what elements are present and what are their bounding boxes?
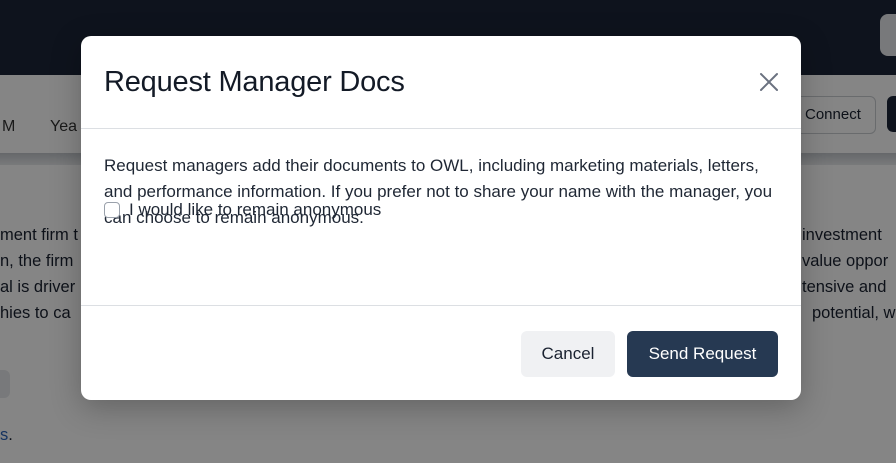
modal-footer: Cancel Send Request bbox=[81, 306, 801, 400]
send-request-button[interactable]: Send Request bbox=[627, 331, 778, 377]
anonymous-checkbox[interactable] bbox=[104, 202, 120, 218]
close-button[interactable] bbox=[753, 66, 785, 98]
request-docs-modal: Request Manager Docs Request managers ad… bbox=[81, 36, 801, 400]
cancel-button[interactable]: Cancel bbox=[521, 331, 615, 377]
close-icon bbox=[760, 73, 778, 91]
anonymous-option[interactable]: I would like to remain anonymous bbox=[104, 200, 381, 220]
anonymous-label[interactable]: I would like to remain anonymous bbox=[129, 200, 381, 220]
modal-title: Request Manager Docs bbox=[104, 66, 405, 98]
modal-header: Request Manager Docs bbox=[81, 36, 801, 129]
